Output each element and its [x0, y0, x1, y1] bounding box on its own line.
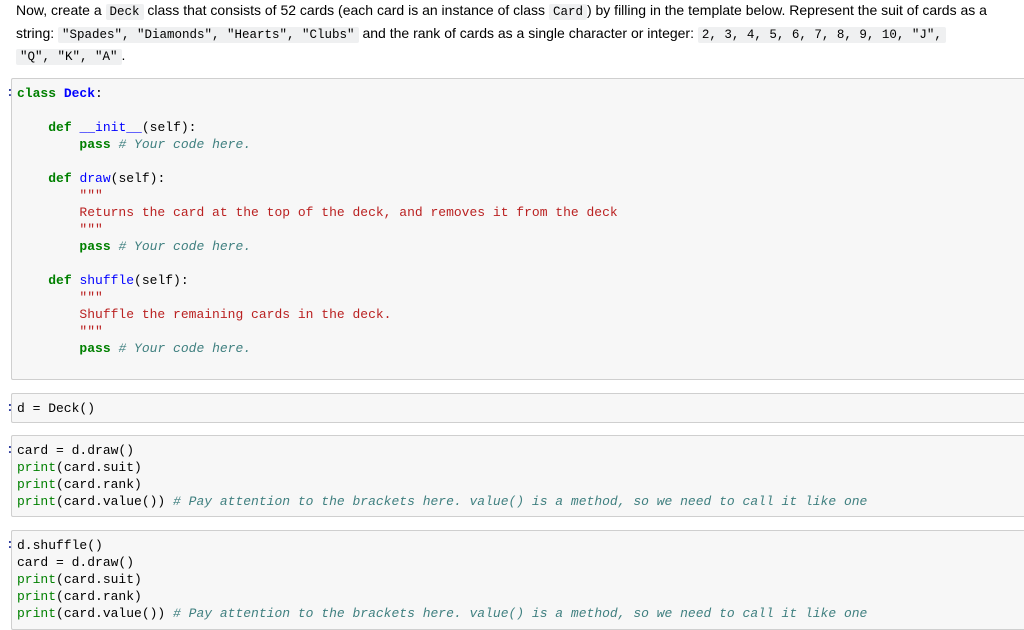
code-editor[interactable]: card = d.draw() print(card.suit) print(c… [12, 442, 1024, 510]
instruction-line-3: "Q", "K", "A". [16, 45, 1024, 68]
cell-prompt: : [6, 85, 12, 100]
code-editor[interactable]: d = Deck() [12, 400, 1024, 417]
markdown-cell: Now, create a Deck class that consists o… [16, 0, 1024, 68]
cell-prompt: : [6, 400, 12, 415]
code-cell-draw-card[interactable]: : card = d.draw() print(card.suit) print… [6, 435, 1024, 517]
code-cell-deck-class[interactable]: : class Deck: def __init__(self): pass #… [6, 78, 1024, 380]
inline-code-deck: Deck [105, 4, 144, 20]
code-editor[interactable]: d.shuffle() card = d.draw() print(card.s… [12, 537, 1024, 622]
code-cell-shuffle-draw[interactable]: : d.shuffle() card = d.draw() print(card… [6, 530, 1024, 630]
inline-code-card: Card [548, 4, 587, 20]
inline-code-ranks: 2, 3, 4, 5, 6, 7, 8, 9, 10, "J", [697, 26, 946, 43]
code-cell-instantiate-deck[interactable]: : d = Deck() [6, 393, 1024, 423]
cell-prompt: : [6, 442, 12, 457]
cell-prompt: : [6, 537, 12, 552]
code-editor[interactable]: class Deck: def __init__(self): pass # Y… [12, 85, 1024, 357]
instruction-line-1: Now, create a Deck class that consists o… [16, 2, 987, 20]
instruction-line-2: string: "Spades", "Diamonds", "Hearts", … [16, 23, 1024, 46]
inline-code-suits: "Spades", "Diamonds", "Hearts", "Clubs" [58, 26, 359, 43]
inline-code-face-ranks: "Q", "K", "A" [16, 49, 122, 65]
